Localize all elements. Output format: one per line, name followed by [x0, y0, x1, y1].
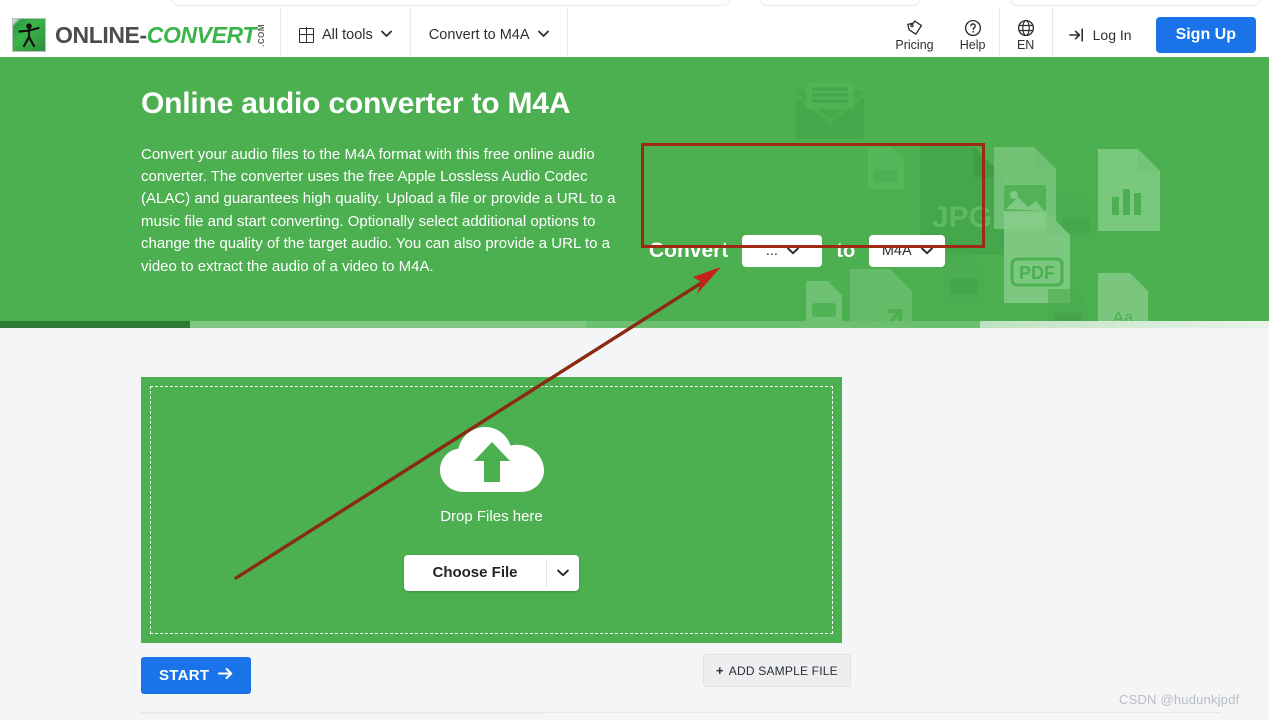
login-arrow-icon	[1068, 28, 1083, 42]
cloud-upload-icon	[439, 426, 544, 492]
top-ghost-bar-3	[1010, 0, 1260, 6]
price-tag-icon	[906, 20, 922, 35]
top-ghost-bar-2	[760, 0, 920, 6]
hero-bottom-strip-a	[190, 321, 586, 328]
site-header: ONLINE- CONVERT .COM All tools Convert t…	[0, 8, 1269, 62]
to-label: to	[836, 239, 856, 262]
person-logo-icon	[12, 18, 46, 52]
chevron-down-icon	[537, 29, 549, 41]
header-language-label: EN	[1016, 37, 1035, 52]
globe-icon	[1017, 19, 1034, 36]
hero-bottom-strip-dark	[0, 321, 190, 328]
top-ghost-bar-1	[172, 0, 730, 6]
plus-icon: +	[716, 663, 724, 678]
chevron-down-icon	[920, 244, 933, 258]
target-format-value: M4A	[881, 243, 912, 259]
choose-file-dropdown-toggle[interactable]	[547, 555, 579, 591]
source-format-value: ...	[765, 243, 778, 259]
drop-files-label: Drop Files here	[440, 507, 543, 525]
grid-icon	[298, 27, 314, 43]
file-dropzone-inner: Drop Files here Choose File	[150, 386, 833, 634]
target-format-select[interactable]: M4A	[869, 235, 946, 267]
convert-label: Convert	[649, 239, 729, 262]
logo-wordmark: ONLINE- CONVERT .COM	[55, 22, 266, 49]
hero-content: Online audio converter to M4A Convert yo…	[0, 57, 1269, 278]
convert-selector: Convert ... to M4A	[649, 235, 946, 267]
choose-file-group: Choose File	[404, 554, 579, 591]
header-pricing-label: Pricing	[895, 37, 934, 52]
arrow-right-icon	[218, 667, 233, 684]
header-help[interactable]: Help	[947, 8, 999, 62]
login-button[interactable]: Log In	[1053, 8, 1148, 62]
header-utils: Pricing Help EN Log In Sign Up	[882, 8, 1269, 62]
page-title: Online audio converter to M4A	[141, 87, 571, 120]
start-button-label: START	[159, 667, 210, 684]
choose-file-button[interactable]: Choose File	[404, 555, 545, 591]
person-figure-icon	[18, 23, 40, 48]
logo-text-suffix: .COM	[257, 23, 266, 47]
logo-text-primary: ONLINE-	[55, 21, 147, 48]
logo-text-secondary: CONVERT	[146, 21, 257, 48]
nav-convert-to-m4a[interactable]: Convert to M4A	[411, 8, 567, 62]
header-pricing[interactable]: Pricing	[882, 8, 946, 62]
nav-all-tools-label: All tools	[322, 27, 373, 43]
hero-description: Convert your audio files to the M4A form…	[141, 145, 616, 275]
logo[interactable]: ONLINE- CONVERT .COM	[0, 8, 280, 62]
hero-banner: JPG PDF Aa Online audio converter to M4A…	[0, 57, 1269, 328]
chevron-down-icon	[380, 29, 392, 41]
file-dropzone[interactable]: Drop Files here Choose File	[141, 377, 842, 643]
nav-all-tools[interactable]: All tools	[281, 8, 410, 62]
hero-bottom-strip-b	[586, 321, 980, 328]
chevron-down-icon	[556, 569, 569, 576]
watermark: CSDN @hudunkjpdf	[1119, 692, 1240, 707]
login-button-label: Log In	[1092, 27, 1132, 43]
add-sample-file-button[interactable]: + ADD SAMPLE FILE	[703, 654, 851, 687]
chevron-down-icon	[787, 244, 799, 258]
header-help-label: Help	[959, 37, 986, 52]
bottom-divider-secondary	[141, 713, 541, 714]
header-spacer	[568, 8, 883, 62]
signup-button[interactable]: Sign Up	[1155, 17, 1256, 53]
question-circle-icon	[964, 19, 981, 36]
source-format-select[interactable]: ...	[742, 235, 823, 267]
page-root: ONLINE- CONVERT .COM All tools Convert t…	[0, 0, 1269, 720]
add-sample-file-label: ADD SAMPLE FILE	[728, 663, 838, 678]
nav-convert-label: Convert to M4A	[428, 27, 530, 43]
hero-bottom-strip-c	[980, 321, 1269, 328]
header-language[interactable]: EN	[1000, 8, 1052, 62]
start-button[interactable]: START	[141, 657, 252, 694]
top-strip	[0, 0, 1269, 8]
